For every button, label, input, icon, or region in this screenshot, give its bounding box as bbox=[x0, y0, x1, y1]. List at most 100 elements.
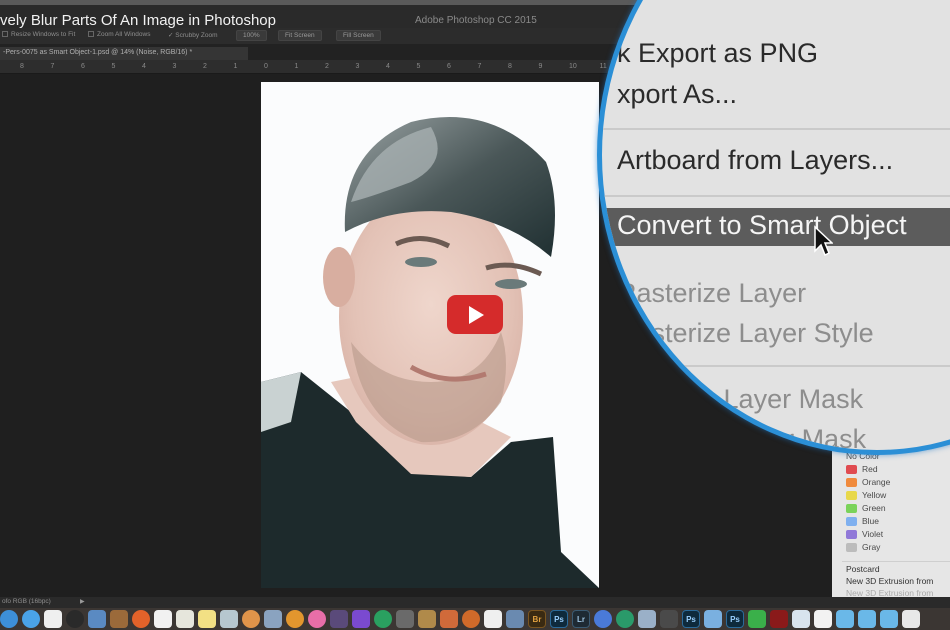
menu-item-disable-layer-mask: ble Layer Mask bbox=[680, 384, 864, 414]
dock-printer-icon[interactable] bbox=[506, 610, 524, 628]
ruler-tick-label: 5 bbox=[416, 63, 421, 70]
menu-item-artboard-from-layers[interactable]: Artboard from Layers... bbox=[617, 145, 893, 176]
dock-facetime-icon[interactable] bbox=[374, 610, 392, 628]
color-item-violet[interactable]: Violet bbox=[862, 529, 883, 539]
color-swatch-green bbox=[846, 504, 857, 513]
ruler-tick-label: 1 bbox=[294, 63, 299, 70]
color-item-gray[interactable]: Gray bbox=[862, 542, 880, 552]
dock-lightroom-icon[interactable]: Lr bbox=[572, 610, 590, 628]
ruler-tick-label: 3 bbox=[172, 63, 177, 70]
ruler-tick-label: 7 bbox=[50, 63, 55, 70]
menu-item-export-as[interactable]: xport As... bbox=[617, 79, 737, 110]
dock-brush-icon[interactable] bbox=[418, 610, 436, 628]
dock-photos-icon[interactable] bbox=[242, 610, 260, 628]
dock-photoshop-icon[interactable]: Ps bbox=[550, 610, 568, 628]
dock-imovie-star-icon[interactable] bbox=[352, 610, 370, 628]
ruler-tick-label: 7 bbox=[477, 63, 482, 70]
dock-photoshop-2-icon[interactable]: Ps bbox=[682, 610, 700, 628]
dock-folder-4-icon[interactable] bbox=[902, 610, 920, 628]
dock-network-icon[interactable] bbox=[638, 610, 656, 628]
video-frame: vely Blur Parts Of An Image in Photoshop… bbox=[0, 0, 950, 630]
color-swatch-blue bbox=[846, 517, 857, 526]
dock-evernote-icon[interactable] bbox=[748, 610, 766, 628]
color-swatch-gray bbox=[846, 543, 857, 552]
color-item-orange[interactable]: Orange bbox=[862, 477, 890, 487]
color-item-green[interactable]: Green bbox=[862, 503, 886, 513]
dock-document-icon[interactable] bbox=[792, 610, 810, 628]
ruler-tick-label: 1 bbox=[233, 63, 238, 70]
ruler-tick-label: 8 bbox=[508, 63, 512, 70]
dock-finder-doc-icon[interactable] bbox=[704, 610, 722, 628]
menu-item-convert-to-smart-object[interactable]: Convert to Smart Object bbox=[617, 210, 907, 241]
dock-time-machine-icon[interactable] bbox=[616, 610, 634, 628]
zoom-100-button[interactable]: 100% bbox=[236, 30, 267, 41]
dock-textedit-icon[interactable] bbox=[44, 610, 62, 628]
dock-launchpad-icon[interactable] bbox=[66, 610, 84, 628]
fill-screen-button[interactable]: Fill Screen bbox=[336, 30, 381, 41]
magnified-context-menu: k Export as PNG xport As... Artboard fro… bbox=[602, 5, 950, 450]
dock-folder-3-icon[interactable] bbox=[880, 610, 898, 628]
dock-folder-1-icon[interactable] bbox=[836, 610, 854, 628]
color-item-red[interactable]: Red bbox=[862, 464, 878, 474]
status-menu-arrow-icon[interactable]: ▶ bbox=[80, 598, 85, 605]
dock-preview-icon[interactable] bbox=[88, 610, 106, 628]
menu-separator bbox=[842, 561, 950, 562]
youtube-play-button[interactable] bbox=[447, 295, 503, 334]
dock-mail-icon[interactable] bbox=[220, 610, 238, 628]
dock-folder-2-icon[interactable] bbox=[858, 610, 876, 628]
dock-photoshop-3-icon[interactable]: Ps bbox=[726, 610, 744, 628]
ruler-tick-label: 4 bbox=[386, 63, 390, 70]
dock-file-icon[interactable] bbox=[814, 610, 832, 628]
dock-eye-app-icon[interactable] bbox=[594, 610, 612, 628]
dock-system-prefs-icon[interactable] bbox=[396, 610, 414, 628]
dock-itunes-icon[interactable] bbox=[308, 610, 326, 628]
color-swatch-orange bbox=[846, 478, 857, 487]
play-icon bbox=[469, 306, 484, 324]
magnifier-lens: k Export as PNG xport As... Artboard fro… bbox=[597, 0, 950, 455]
dock-calendar-icon[interactable] bbox=[154, 610, 172, 628]
postcard-item[interactable]: Postcard bbox=[846, 564, 880, 574]
menu-item-rasterize-layer: Rasterize Layer bbox=[617, 278, 807, 308]
color-swatch-violet bbox=[846, 530, 857, 539]
menu-separator bbox=[602, 365, 950, 367]
document-tab[interactable]: -Pers-0075 as Smart Object-1.psd @ 14% (… bbox=[0, 47, 248, 60]
dock-acrobat-icon[interactable] bbox=[770, 610, 788, 628]
color-item-blue[interactable]: Blue bbox=[862, 516, 879, 526]
dock-bridge-icon[interactable]: Br bbox=[528, 610, 546, 628]
new-3d-extrusion-item[interactable]: New 3D Extrusion from bbox=[846, 576, 933, 586]
ruler-tick-label: 4 bbox=[142, 63, 146, 70]
checkbox-icon bbox=[88, 31, 94, 37]
menu-separator bbox=[602, 195, 950, 197]
ruler-tick-label: 6 bbox=[81, 63, 85, 70]
color-swatch-red bbox=[846, 465, 857, 474]
ruler-tick-label: 9 bbox=[538, 63, 543, 70]
color-item-yellow[interactable]: Yellow bbox=[862, 490, 886, 500]
fit-screen-button[interactable]: Fit Screen bbox=[278, 30, 322, 41]
scrubby-zoom-label: Scrubby Zoom bbox=[175, 32, 218, 39]
dock-app-orange-icon[interactable] bbox=[462, 610, 480, 628]
dock-ibooks-icon[interactable] bbox=[286, 610, 304, 628]
zoom-all-checkbox[interactable]: Zoom All Windows bbox=[88, 31, 150, 38]
dock-imovie-icon[interactable] bbox=[330, 610, 348, 628]
dock-finder-icon[interactable] bbox=[0, 610, 18, 628]
dock-safari-icon[interactable] bbox=[22, 610, 40, 628]
dock-migration-icon[interactable] bbox=[660, 610, 678, 628]
zoom-all-label: Zoom All Windows bbox=[97, 31, 151, 38]
status-bar: ofo RGB (16bpc) ▶ bbox=[0, 597, 950, 608]
scrubby-zoom-checkbox[interactable]: ✓ Scrubby Zoom bbox=[168, 31, 218, 39]
ruler-tick-label: 2 bbox=[325, 63, 329, 70]
dock-stickies-icon[interactable] bbox=[176, 610, 194, 628]
document-info: ofo RGB (16bpc) bbox=[2, 598, 51, 605]
dock-image-capture-icon[interactable] bbox=[264, 610, 282, 628]
dock-screenshot-icon[interactable] bbox=[484, 610, 502, 628]
video-title[interactable]: vely Blur Parts Of An Image in Photoshop bbox=[0, 12, 276, 29]
ruler-tick-label: 0 bbox=[264, 63, 268, 70]
dock-notebook-icon[interactable] bbox=[110, 610, 128, 628]
dock-notes-icon[interactable] bbox=[198, 610, 216, 628]
dock-firefox-icon[interactable] bbox=[132, 610, 150, 628]
menu-item-quick-export-png[interactable]: k Export as PNG bbox=[617, 38, 818, 69]
ruler-tick-label: 10 bbox=[569, 63, 577, 70]
resize-windows-checkbox[interactable]: Resize Windows to Fit bbox=[2, 31, 75, 38]
menu-item-rasterize-layer-style: Rasterize Layer Style bbox=[617, 318, 874, 348]
dock-presentation-icon[interactable] bbox=[440, 610, 458, 628]
